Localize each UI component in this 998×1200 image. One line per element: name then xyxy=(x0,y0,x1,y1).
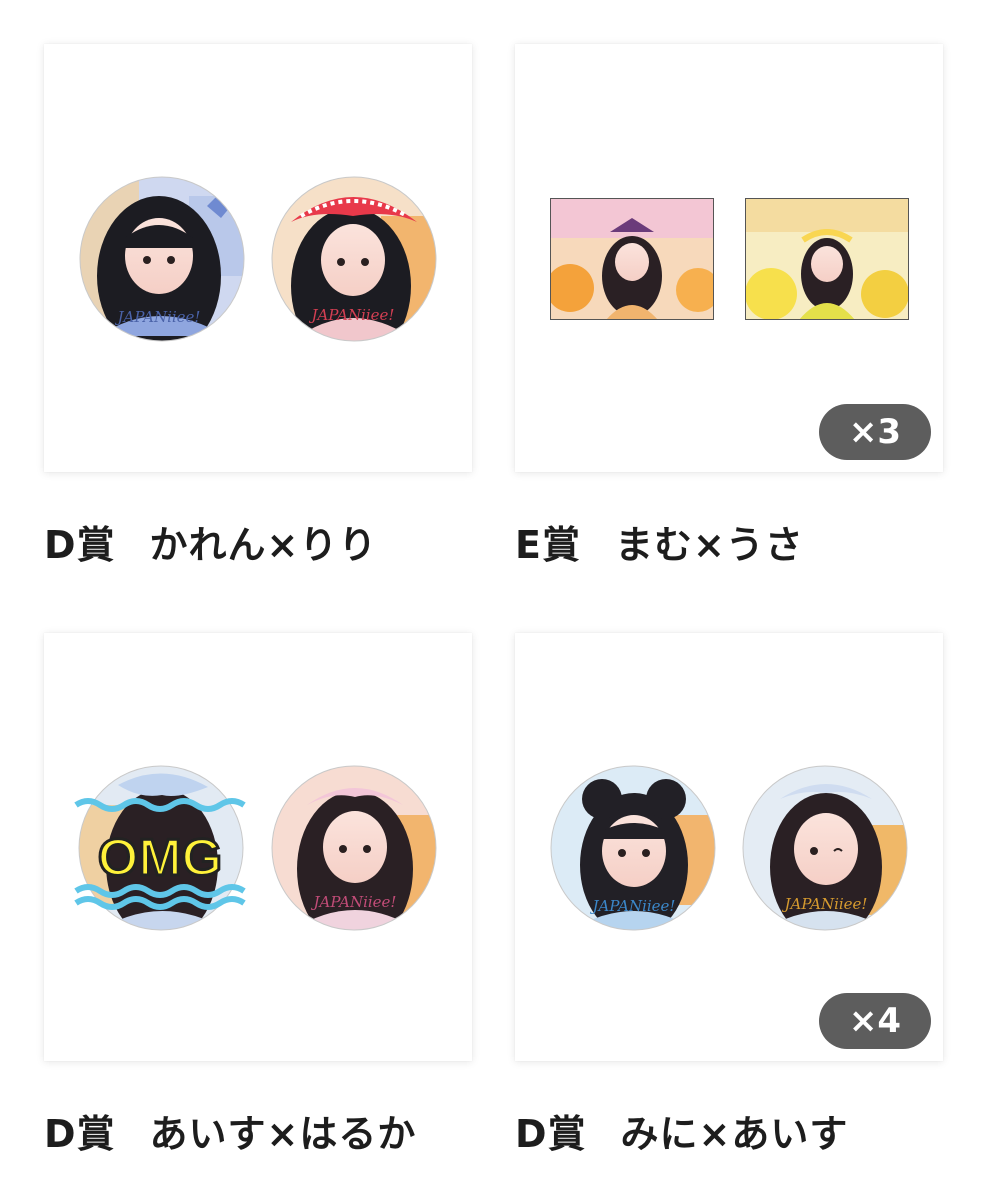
can-badge-riri: JAPANiiee! xyxy=(271,176,437,342)
product-title[interactable]: D賞 かれん×りり xyxy=(44,514,377,569)
product-title[interactable]: D賞 みに×あいす xyxy=(515,1103,848,1158)
quantity-badge: ×3 xyxy=(819,404,931,460)
photo-card-mamu xyxy=(550,198,714,320)
can-badge-haruka: JAPANiiee! xyxy=(271,765,437,931)
member-names: みに×あいす xyxy=(620,1112,849,1156)
can-badge-karen: JAPANiiee! xyxy=(79,176,245,342)
logo-text: JAPANiiee! xyxy=(309,306,395,324)
quantity-badge: ×4 xyxy=(819,993,931,1049)
member-names: まむ×うさ xyxy=(614,523,804,567)
can-badge-aisu-2: JAPANiiee! xyxy=(742,765,908,931)
can-badge-aisu: OMG xyxy=(74,765,246,931)
prize-grade: E賞 xyxy=(515,523,581,567)
logo-text: JAPANiiee! xyxy=(782,895,868,913)
product-title[interactable]: E賞 まむ×うさ xyxy=(515,514,804,569)
product-card-karen-riri[interactable]: JAPANiiee! JAPANiiee! xyxy=(44,44,472,472)
member-names: かれん×りり xyxy=(149,523,378,567)
product-title[interactable]: D賞 あいす×はるか xyxy=(44,1103,416,1158)
logo-text: JAPANiiee! xyxy=(590,897,676,915)
member-names: あいす×はるか xyxy=(149,1112,417,1156)
logo-text: JAPANiiee! xyxy=(311,893,397,911)
can-badge-mini: JAPANiiee! xyxy=(550,765,716,931)
prize-grade: D賞 xyxy=(44,523,116,567)
product-card-mamu-usa[interactable]: ×3 xyxy=(515,44,943,472)
product-card-aisu-haruka[interactable]: OMG JAPANiiee! xyxy=(44,633,472,1061)
prize-grade: D賞 xyxy=(44,1112,116,1156)
prize-grade: D賞 xyxy=(515,1112,587,1156)
photo-card-usa xyxy=(745,198,909,320)
logo-text: JAPANiiee! xyxy=(115,308,201,326)
omg-sticker-text: OMG xyxy=(98,829,222,887)
product-card-mini-aisu[interactable]: JAPANiiee! JAPANiiee! ×4 xyxy=(515,633,943,1061)
